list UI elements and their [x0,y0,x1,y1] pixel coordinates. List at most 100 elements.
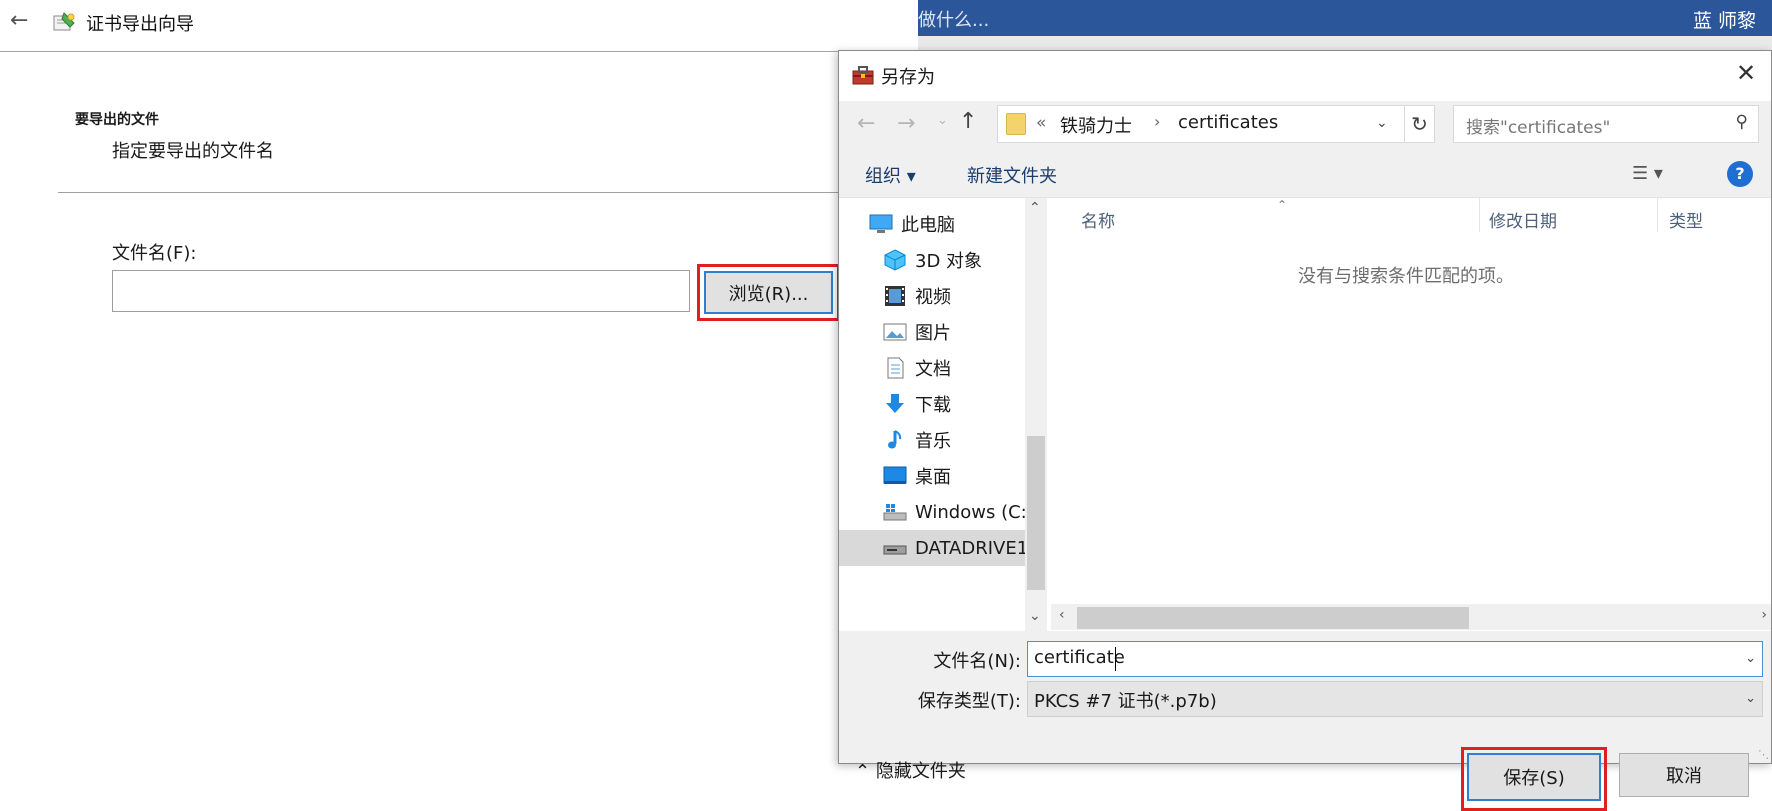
documents-icon [887,357,904,379]
save-filename-label: 文件名(N): [933,651,1021,672]
hide-folders-toggle[interactable]: ⌃ 隐藏文件夹 [855,757,966,783]
certificate-export-wizard: ← 证书导出向导 要导出的文件 指定要导出的文件名 文件名(F): 浏览(R).… [0,0,918,764]
nav-pane-scrollbar[interactable]: ⌃ ⌄ [1025,198,1047,632]
nav-item-videos[interactable]: 视频 [839,278,1025,314]
nav-item-documents[interactable]: 文档 [839,350,1025,386]
3d-objects-icon [884,249,906,271]
scrollbar-thumb[interactable] [1077,607,1469,629]
view-options-icon[interactable]: ☰ ▾ [1632,163,1663,184]
wizard-header: ← 证书导出向导 [0,0,918,52]
breadcrumb-item[interactable]: certificates [1178,112,1278,133]
nav-item-drive-d[interactable]: DATADRIVE1 (D [839,530,1025,566]
nav-item-label: 此电脑 [901,215,955,236]
chevron-down-icon[interactable]: ⌄ [1745,691,1756,706]
section-heading: 要导出的文件 [75,112,159,128]
close-icon[interactable]: ✕ [1731,59,1761,87]
save-type-value: PKCS #7 证书(*.p7b) [1034,691,1217,712]
word-tell-me-box[interactable]: 做什么... [918,6,989,32]
chevron-down-icon[interactable]: ⌄ [1745,651,1756,666]
column-divider[interactable] [1479,198,1480,232]
nav-item-music[interactable]: 音乐 [839,422,1025,458]
scroll-down-icon[interactable]: ⌄ [1029,608,1041,624]
pc-icon [869,214,893,233]
column-header-type[interactable]: 类型 [1669,207,1703,232]
column-header-name[interactable]: 名称 [1081,207,1115,232]
save-type-label: 保存类型(T): [917,691,1021,712]
hide-folders-label: 隐藏文件夹 [875,761,966,782]
filename-label: 文件名(F): [112,243,197,264]
save-filename-input[interactable]: certificate ⌄ [1027,641,1763,677]
nav-item-desktop[interactable]: 桌面 [839,458,1025,494]
filename-input[interactable] [112,270,690,312]
back-arrow-icon[interactable]: ← [10,8,28,33]
chevron-up-icon: ⌃ [855,761,871,782]
search-placeholder: 搜索"certificates" [1466,118,1611,138]
resize-grip-icon[interactable]: ⋱ [1758,748,1769,761]
search-icon[interactable]: ⚲ [1736,112,1748,132]
refresh-icon[interactable]: ↻ [1405,105,1435,143]
save-type-select[interactable]: PKCS #7 证书(*.p7b) ⌄ [1027,681,1763,717]
breadcrumb-separator-icon[interactable]: › [1154,112,1160,131]
folder-icon [1006,113,1026,135]
nav-item-label: 3D 对象 [915,251,983,272]
cancel-button[interactable]: 取消 [1619,753,1749,797]
toolbox-icon [852,66,874,85]
nav-up-icon[interactable]: ↑ [959,109,977,134]
nav-item-this-pc[interactable]: 此电脑 [839,206,1025,242]
nav-item-label: 视频 [915,287,951,308]
scroll-left-icon[interactable]: ‹ [1059,607,1065,623]
navigation-pane: 此电脑 3D 对象 视频 图片 文档 下载 音乐 桌面 Windows (C:)… [839,197,1051,632]
recent-locations-chevron-icon[interactable]: ⌄ [937,113,948,128]
new-folder-button[interactable]: 新建文件夹 [967,162,1057,188]
breadcrumb-item[interactable]: 铁骑力士 [1060,112,1132,138]
overflow-chevrons-icon[interactable]: « [1036,113,1046,133]
nav-item-label: 图片 [915,323,951,344]
download-icon [886,394,904,413]
horizontal-scrollbar[interactable]: ‹ › [1051,604,1771,630]
video-icon [885,286,905,306]
certificate-icon [53,12,75,31]
music-icon [888,430,902,449]
nav-item-label: 音乐 [915,431,951,452]
divider [58,192,918,193]
desktop-icon [883,466,907,484]
sort-ascending-icon: ⌃ [1277,198,1288,212]
nav-forward-icon[interactable]: → [897,111,915,136]
save-as-dialog: 另存为 ✕ ← → ⌄ ↑ « 铁骑力士 › certificates ⌄ ↻ … [838,50,1772,811]
wizard-title: 证书导出向导 [86,14,194,35]
drive-c-icon [883,504,907,521]
dialog-toolbar: 组织 ▾ 新建文件夹 ☰ ▾ ? [839,151,1771,199]
nav-item-3d-objects[interactable]: 3D 对象 [839,242,1025,278]
address-dropdown-icon[interactable]: ⌄ [1376,115,1388,131]
scroll-right-icon[interactable]: › [1761,607,1767,623]
nav-item-downloads[interactable]: 下载 [839,386,1025,422]
nav-back-icon[interactable]: ← [857,111,875,136]
column-header-date[interactable]: 修改日期 [1489,207,1557,232]
dialog-title-bar: 另存为 ✕ [839,51,1771,101]
help-icon[interactable]: ? [1727,161,1753,187]
nav-item-label: DATADRIVE1 (D [915,537,1025,559]
filename-value: certificate [1034,647,1125,668]
file-list-pane: 名称 ⌃ 修改日期 类型 没有与搜索条件匹配的项。 ‹ › [1051,197,1771,631]
word-user-name[interactable]: 蓝 师黎 [1693,6,1756,33]
save-button[interactable]: 保存(S) [1467,753,1601,801]
drive-d-icon [883,545,907,555]
pictures-icon [883,323,907,341]
address-bar[interactable]: « 铁骑力士 › certificates ⌄ [997,105,1405,143]
browse-button[interactable]: 浏览(R)... [704,271,833,314]
scroll-up-icon[interactable]: ⌃ [1029,200,1041,216]
empty-list-message: 没有与搜索条件匹配的项。 [1298,266,1514,287]
nav-item-label: 下载 [915,395,951,416]
organize-button[interactable]: 组织 ▾ [865,162,916,188]
text-caret [1115,647,1116,671]
nav-item-pictures[interactable]: 图片 [839,314,1025,350]
section-subtitle: 指定要导出的文件名 [112,141,274,162]
search-input[interactable]: 搜索"certificates" ⚲ [1453,105,1759,143]
dialog-title: 另存为 [881,67,935,88]
column-divider[interactable] [1657,198,1658,232]
nav-item-label: Windows (C:) [915,501,1025,523]
nav-item-drive-c[interactable]: Windows (C:) [839,494,1025,530]
scrollbar-thumb[interactable] [1027,436,1045,590]
nav-item-label: 文档 [915,359,951,380]
nav-item-label: 桌面 [915,467,951,488]
